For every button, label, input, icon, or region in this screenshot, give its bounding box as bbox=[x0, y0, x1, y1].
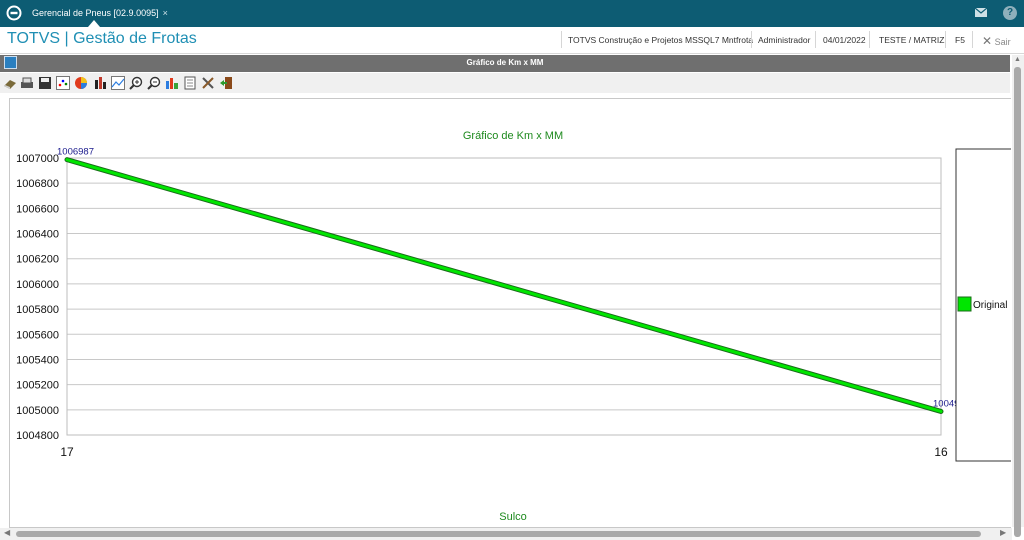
close-icon: ✕ bbox=[982, 34, 993, 48]
chart-toolbar bbox=[0, 73, 1010, 93]
environment-info[interactable]: TESTE / MATRIZ bbox=[879, 35, 944, 45]
vertical-scrollbar[interactable]: ▲ bbox=[1012, 55, 1024, 537]
y-tick-label: 1006200 bbox=[16, 254, 59, 266]
company-info[interactable]: TOTVS Construção e Projetos MSSQL7 Mntfr… bbox=[568, 35, 753, 45]
save-icon[interactable] bbox=[38, 76, 52, 90]
scroll-left-icon[interactable]: ◀ bbox=[4, 528, 10, 537]
separator bbox=[815, 31, 816, 48]
window-title-bar: Gráfico de Km x MM bbox=[0, 55, 1010, 72]
y-tick-label: 1006800 bbox=[16, 178, 59, 190]
legend: Original bbox=[955, 148, 1011, 462]
user-name[interactable]: Administrador bbox=[758, 35, 810, 45]
separator bbox=[869, 31, 870, 48]
series-line-original bbox=[65, 158, 943, 413]
tab-gerencial-pneus[interactable]: Gerencial de Pneus [02.9.0095] × bbox=[28, 2, 176, 27]
scroll-up-icon[interactable]: ▲ bbox=[1014, 56, 1021, 63]
tab-label: Gerencial de Pneus [02.9.0095] bbox=[32, 8, 159, 18]
pie-chart-icon[interactable] bbox=[74, 76, 88, 90]
exit-door-icon[interactable] bbox=[219, 76, 233, 90]
y-tick-label: 1006400 bbox=[16, 229, 59, 241]
active-tab-caret bbox=[88, 20, 100, 27]
y-tick-label: 1004800 bbox=[16, 430, 59, 442]
app-header: TOTVS | Gestão de Frotas TOTVS Construçã… bbox=[0, 27, 1024, 54]
y-tick-label: 1005000 bbox=[16, 405, 59, 417]
help-icon[interactable]: ? bbox=[1003, 6, 1017, 20]
tab-close-icon[interactable]: × bbox=[163, 8, 168, 18]
tools-icon[interactable] bbox=[201, 76, 215, 90]
line-chart: Gráfico de Km x MM 1004800 1005000 1005200… bbox=[16, 130, 1011, 523]
y-tick-label: 1006000 bbox=[16, 279, 59, 291]
chart-panel: Gráfico de Km x MM 1004800 1005000 1005200… bbox=[9, 98, 1011, 528]
line-chart-icon[interactable] bbox=[111, 76, 125, 90]
y-tick-label: 1005400 bbox=[16, 354, 59, 366]
zoom-in-icon[interactable] bbox=[129, 76, 143, 90]
x-axis-label: Sulco bbox=[499, 511, 527, 523]
shortcut-key[interactable]: F5 bbox=[955, 35, 965, 45]
y-tick-label: 1005600 bbox=[16, 329, 59, 341]
y-tick-label: 1005200 bbox=[16, 380, 59, 392]
y-tick-label: 1006600 bbox=[16, 203, 59, 215]
printer-icon[interactable] bbox=[20, 76, 34, 90]
x-tick-label: 17 bbox=[60, 445, 74, 459]
y-tick-label: 1005800 bbox=[16, 304, 59, 316]
brand-title: TOTVS | Gestão de Frotas bbox=[7, 30, 197, 47]
current-date[interactable]: 04/01/2022 bbox=[823, 35, 866, 45]
legend-swatch-original bbox=[957, 296, 972, 312]
data-label: 1006987 bbox=[57, 147, 94, 158]
app-logo-icon[interactable] bbox=[6, 5, 22, 21]
document-icon[interactable] bbox=[183, 76, 197, 90]
bar-chart-icon[interactable] bbox=[93, 76, 107, 90]
zoom-out-icon[interactable] bbox=[147, 76, 161, 90]
horizontal-scrollbar[interactable]: ◀ ▶ bbox=[0, 528, 1012, 540]
separator bbox=[751, 31, 752, 48]
chart-title: Gráfico de Km x MM bbox=[463, 130, 563, 142]
separator bbox=[972, 31, 973, 48]
y-tick-label: 1007000 bbox=[16, 153, 59, 165]
legend-label-original: Original bbox=[973, 300, 1007, 311]
scroll-right-icon[interactable]: ▶ bbox=[1000, 528, 1006, 537]
exit-button[interactable]: ✕ Sair bbox=[982, 34, 1011, 48]
window-title: Gráfico de Km x MM bbox=[466, 58, 544, 67]
x-tick-label: 16 bbox=[934, 445, 948, 459]
horizontal-scroll-thumb[interactable] bbox=[16, 531, 981, 537]
scatter-chart-icon[interactable] bbox=[56, 76, 70, 90]
separator bbox=[561, 31, 562, 48]
book-icon[interactable] bbox=[3, 76, 17, 90]
exit-label: Sair bbox=[994, 37, 1011, 47]
vertical-scroll-thumb[interactable] bbox=[1014, 67, 1021, 537]
top-bar: Gerencial de Pneus [02.9.0095] × ? bbox=[0, 0, 1024, 27]
3d-bar-icon[interactable] bbox=[165, 76, 179, 90]
separator bbox=[945, 31, 946, 48]
mail-icon[interactable] bbox=[975, 8, 987, 17]
